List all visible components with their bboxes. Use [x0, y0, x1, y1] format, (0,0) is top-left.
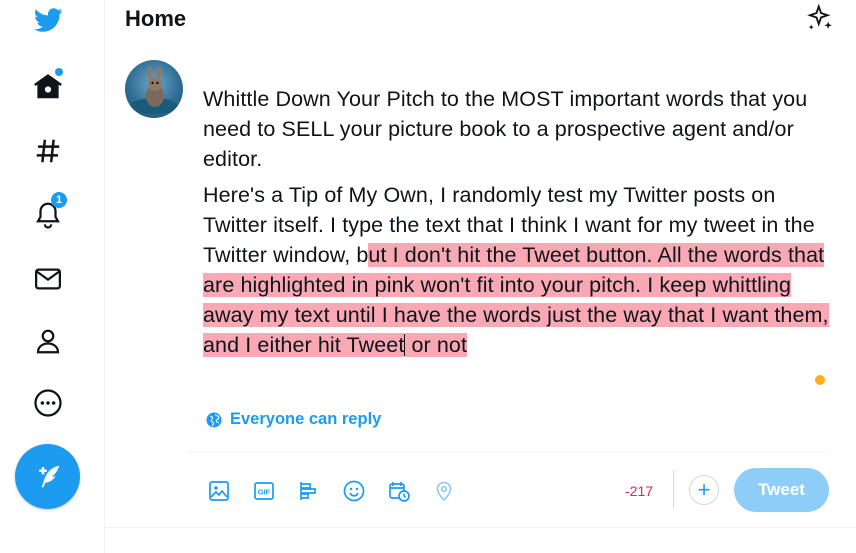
- tweet-text-over-limit-end: or not: [405, 333, 468, 357]
- tweet-compose-textarea[interactable]: Whittle Down Your Pitch to the MOST impo…: [203, 84, 833, 366]
- toolbar-separator: [673, 470, 674, 508]
- reply-setting-label: Everyone can reply: [230, 410, 382, 428]
- tweet-button[interactable]: Tweet: [734, 468, 829, 512]
- emoji-icon: [343, 480, 365, 502]
- sidebar-item-home[interactable]: [29, 68, 67, 106]
- sidebar-item-profile[interactable]: [29, 322, 67, 360]
- location-button[interactable]: [426, 477, 462, 505]
- divider: [189, 452, 827, 453]
- schedule-button[interactable]: [381, 477, 417, 505]
- gif-icon: GIF: [254, 482, 274, 500]
- composer-toolbar: GIF: [201, 477, 471, 505]
- main-column: Home Whittle Down Your Pitch to the MOST…: [105, 0, 856, 553]
- compose-tweet-button[interactable]: [15, 444, 80, 509]
- avatar[interactable]: [125, 60, 183, 118]
- gif-button[interactable]: GIF: [246, 477, 282, 505]
- globe-icon: [206, 412, 222, 427]
- sidebar-item-more[interactable]: [29, 384, 67, 422]
- composer-bottom-border: [105, 527, 856, 528]
- more-circle-icon: [34, 389, 62, 417]
- media-icon: [209, 481, 229, 501]
- top-tweets-sparkle-icon[interactable]: [805, 3, 835, 34]
- location-icon: [436, 481, 452, 502]
- feather-plus-icon: [38, 465, 59, 488]
- reply-setting-button[interactable]: Everyone can reply: [205, 410, 381, 429]
- media-button[interactable]: [201, 477, 237, 505]
- notification-count-badge: 1: [51, 192, 67, 208]
- poll-icon: [300, 482, 316, 500]
- person-icon: [36, 329, 60, 354]
- hashtag-icon: [36, 139, 60, 163]
- characters-remaining: -217: [625, 483, 654, 499]
- sidebar-item-messages[interactable]: [29, 260, 67, 298]
- poll-button[interactable]: [291, 477, 327, 505]
- character-progress-indicator: [815, 375, 825, 385]
- envelope-icon: [35, 268, 61, 290]
- home-new-dot: [55, 68, 63, 76]
- emoji-button[interactable]: [336, 477, 372, 505]
- tweet-paragraph-2: Here's a Tip of My Own, I randomly test …: [203, 180, 833, 360]
- schedule-icon: [389, 482, 410, 502]
- svg-text:GIF: GIF: [258, 488, 271, 497]
- page-title: Home: [125, 6, 187, 31]
- sidebar-item-explore[interactable]: [29, 132, 67, 170]
- twitter-bird-icon[interactable]: [29, 0, 67, 38]
- sidebar-item-notifications[interactable]: 1: [29, 192, 67, 234]
- sidebar: 1: [0, 0, 105, 553]
- add-tweet-button[interactable]: +: [689, 475, 719, 505]
- home-icon: [34, 74, 62, 99]
- tweet-paragraph-1: Whittle Down Your Pitch to the MOST impo…: [203, 87, 808, 171]
